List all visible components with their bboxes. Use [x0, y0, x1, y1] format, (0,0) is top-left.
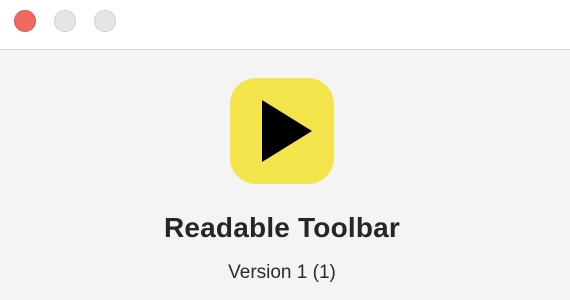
play-icon	[262, 100, 312, 162]
minimize-button[interactable]	[54, 10, 76, 32]
app-version: Version 1 (1)	[228, 262, 336, 283]
close-button[interactable]	[14, 10, 36, 32]
app-name: Readable Toolbar	[163, 212, 401, 243]
about-window: Readable Toolbar Version 1 (1)	[0, 0, 570, 300]
app-icon	[230, 78, 334, 184]
zoom-button[interactable]	[94, 10, 116, 32]
title-bar	[0, 0, 570, 50]
about-content: Readable Toolbar Version 1 (1)	[0, 50, 570, 300]
